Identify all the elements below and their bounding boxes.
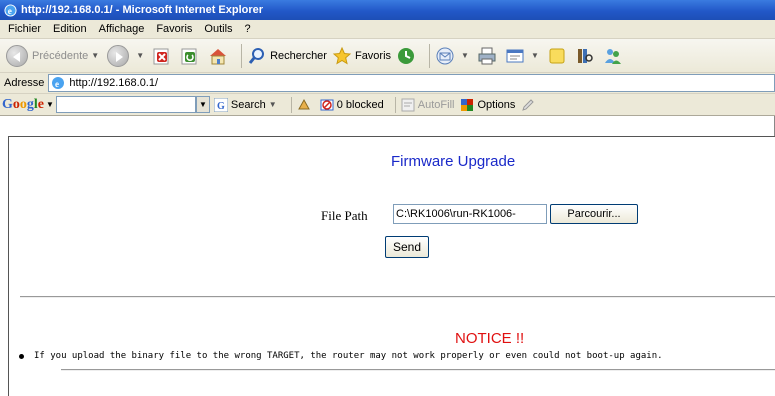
favorites-label: Favoris xyxy=(354,49,392,62)
menu-edition[interactable]: Edition xyxy=(47,23,93,35)
mail-icon xyxy=(436,47,454,64)
google-search-dropdown[interactable]: ▼ xyxy=(195,96,210,113)
svg-text:e: e xyxy=(8,7,12,17)
chevron-down-icon[interactable]: ▼ xyxy=(46,100,54,109)
history-icon xyxy=(398,47,415,64)
google-search-button[interactable]: G Search ▼ xyxy=(213,97,280,112)
mail-button[interactable]: ▼ xyxy=(435,42,472,70)
toolbar-separator xyxy=(241,43,243,68)
menu-favoris[interactable]: Favoris xyxy=(150,23,198,35)
popup-blocker-button[interactable]: 0 blocked xyxy=(320,98,384,112)
google-search-input[interactable] xyxy=(55,96,196,113)
notice-text: If you upload the binary file to the wro… xyxy=(34,351,663,361)
pagerank-icon xyxy=(297,98,310,109)
chevron-down-icon: ▼ xyxy=(461,51,469,60)
edit-page-icon xyxy=(506,49,524,62)
highlight-button[interactable] xyxy=(521,98,538,112)
edit-button[interactable]: ▼ xyxy=(505,42,542,70)
print-button[interactable] xyxy=(477,42,500,70)
google-toolbar: Google ▼ ▼ G Search ▼ 0 blocked AutoFill xyxy=(0,94,775,116)
toolbar-separator xyxy=(290,96,292,113)
window-title-bar[interactable]: e http://192.168.0.1/ - Microsoft Intern… xyxy=(0,0,775,20)
search-button[interactable]: Rechercher xyxy=(247,42,327,70)
notepad-icon xyxy=(549,48,565,63)
forward-button[interactable]: ▼ xyxy=(107,42,147,70)
notice-title: NOTICE !! xyxy=(455,330,525,347)
search-label: Rechercher xyxy=(270,49,327,62)
browse-button[interactable]: Parcourir... xyxy=(550,204,638,224)
svg-text:G: G xyxy=(217,101,225,112)
google-search-label: Search xyxy=(230,98,266,111)
google-logo[interactable]: Google xyxy=(2,97,44,113)
history-button[interactable] xyxy=(396,42,419,70)
svg-text:e: e xyxy=(55,79,59,89)
stop-button[interactable] xyxy=(152,42,175,70)
chevron-down-icon: ▼ xyxy=(136,51,145,60)
pagerank-button[interactable] xyxy=(297,98,314,112)
internet-explorer-icon: e xyxy=(4,3,17,17)
google-g-icon: G xyxy=(213,97,228,112)
options-label: Options xyxy=(477,98,516,111)
blocked-label: 0 blocked xyxy=(336,98,384,111)
menu-outils[interactable]: Outils xyxy=(198,23,238,35)
address-url: http://192.168.0.1/ xyxy=(69,77,159,89)
divider xyxy=(20,296,775,298)
home-button[interactable] xyxy=(208,42,231,70)
file-path-label: File Path xyxy=(321,208,368,223)
window-title: http://192.168.0.1/ - Microsoft Internet… xyxy=(21,4,264,16)
chevron-down-icon: ▼ xyxy=(91,51,100,60)
toolbar-separator xyxy=(394,96,396,113)
autofill-icon xyxy=(401,98,415,111)
address-bar: Adresse e http://192.168.0.1/ xyxy=(0,73,775,94)
back-arrow-icon xyxy=(6,44,28,67)
forward-arrow-icon xyxy=(107,44,130,67)
back-button[interactable]: Précédente ▼ xyxy=(6,42,102,70)
menu-bar: Fichier Edition Affichage Favoris Outils… xyxy=(0,20,775,39)
chevron-down-icon: ▼ xyxy=(268,100,277,109)
discuss-button[interactable] xyxy=(547,42,570,70)
chevron-down-icon: ▼ xyxy=(530,51,539,60)
autofill-label: AutoFill xyxy=(417,98,455,111)
refresh-button[interactable] xyxy=(180,42,203,70)
menu-fichier[interactable]: Fichier xyxy=(2,23,47,35)
standard-toolbar: Précédente ▼ ▼ Rechercher Favoris ▼ ▼ xyxy=(0,39,775,73)
page-icon: e xyxy=(52,77,65,89)
divider xyxy=(61,369,775,371)
file-path-input[interactable]: C:\RK1006\run-RK1006- xyxy=(393,204,547,224)
notice-item: If you upload the binary file to the wro… xyxy=(19,351,663,361)
search-icon xyxy=(248,47,265,64)
pencil-icon xyxy=(522,98,535,111)
page-content: Firmware Upgrade File Path C:\RK1006\run… xyxy=(8,136,775,396)
back-label: Précédente xyxy=(32,49,89,62)
autofill-button[interactable]: AutoFill xyxy=(401,98,455,112)
printer-icon xyxy=(478,47,496,64)
stop-icon xyxy=(153,48,169,64)
menu-help[interactable]: ? xyxy=(239,23,257,35)
popup-blocker-icon xyxy=(320,99,334,110)
address-input[interactable]: e http://192.168.0.1/ xyxy=(48,74,775,92)
send-button[interactable]: Send xyxy=(385,236,429,258)
bullet-icon xyxy=(19,353,24,359)
research-icon xyxy=(577,48,593,63)
page-title: Firmware Upgrade xyxy=(391,153,516,170)
messenger-button[interactable] xyxy=(603,42,626,70)
address-label: Adresse xyxy=(4,77,45,89)
home-icon xyxy=(210,48,227,64)
options-button[interactable]: Options xyxy=(460,98,515,112)
star-icon xyxy=(332,46,352,65)
refresh-icon xyxy=(181,48,197,64)
messenger-icon xyxy=(604,48,621,64)
menu-affichage[interactable]: Affichage xyxy=(93,23,151,35)
favorites-button[interactable]: Favoris xyxy=(332,42,391,70)
toolbar-separator xyxy=(429,43,431,68)
research-button[interactable] xyxy=(575,42,598,70)
options-icon xyxy=(461,98,474,111)
